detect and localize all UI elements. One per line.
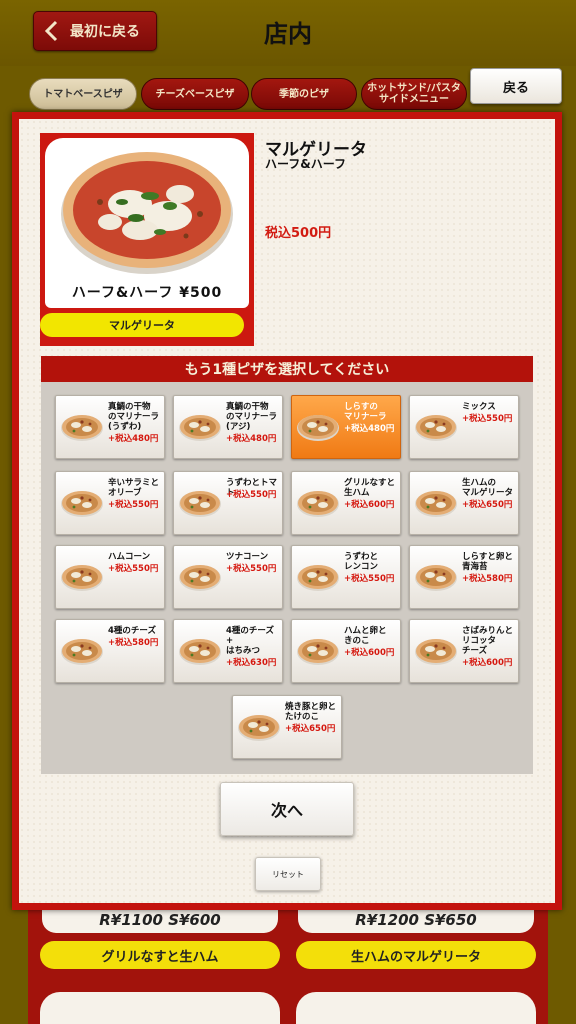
- pizza-option-button[interactable]: 真鯛の干物 のマリナーラ (アジ) +税込480円: [173, 395, 283, 459]
- option-price: +税込550円: [344, 574, 395, 584]
- pizza-option-button[interactable]: 真鯛の干物 のマリナーラ (うずわ) +税込480円: [55, 395, 165, 459]
- pizza-option-button[interactable]: しらすの マリナーラ +税込480円: [291, 395, 401, 459]
- pizza-option-button[interactable]: 生ハムの マルゲリータ +税込650円: [409, 471, 519, 535]
- pizza-image: [61, 152, 233, 274]
- option-price: +税込550円: [462, 414, 513, 424]
- product-price: 税込500円: [265, 226, 332, 241]
- modal-content: ハーフ&ハーフ ¥500 マルゲリータ マルゲリータ ハーフ&ハーフ 税込500…: [19, 119, 555, 903]
- option-name: ミックス: [462, 402, 496, 412]
- tab-seasonal[interactable]: 季節のピザ: [251, 78, 357, 110]
- option-price: +税込600円: [462, 658, 513, 668]
- pizza-thumbnail-icon: [238, 715, 280, 741]
- option-name: しらすと卵と 青海苔: [462, 552, 513, 572]
- option-name: しらすの マリナーラ: [344, 402, 387, 422]
- pizza-thumbnail-icon: [61, 565, 103, 591]
- option-name: ツナコーン: [226, 552, 269, 562]
- option-price: +税込580円: [462, 574, 513, 584]
- pizza-thumbnail-icon: [415, 639, 457, 665]
- next-button[interactable]: 次へ: [220, 782, 354, 836]
- option-price: +税込600円: [344, 500, 395, 510]
- pizza-option-button[interactable]: しらすと卵と 青海苔 +税込580円: [409, 545, 519, 609]
- pizza-thumbnail-icon: [179, 565, 221, 591]
- pizza-thumbnail-icon: [179, 639, 221, 665]
- option-name: ハムと卵と きのこ: [344, 626, 387, 646]
- tab-tomato-base[interactable]: トマトベースピザ: [29, 78, 137, 110]
- pizza-select-modal: ハーフ&ハーフ ¥500 マルゲリータ マルゲリータ ハーフ&ハーフ 税込500…: [12, 112, 562, 910]
- option-price: +税込650円: [285, 724, 336, 734]
- pizza-thumbnail-icon: [415, 415, 457, 441]
- option-name: 辛いサラミと オリーブ: [108, 478, 160, 498]
- pizza-option-button[interactable]: うずわとトマト +税込550円: [173, 471, 283, 535]
- bg-item-name[interactable]: 生ハムのマルゲリータ: [296, 941, 536, 969]
- pizza-option-button[interactable]: ミックス +税込550円: [409, 395, 519, 459]
- option-price: +税込480円: [226, 434, 277, 444]
- tab-label: トマトベースピザ: [43, 88, 123, 100]
- option-name: うずわと レンコン: [344, 552, 379, 572]
- option-name: ハムコーン: [108, 552, 151, 562]
- tab-label: ホットサンド/パスタ サイドメニュー: [367, 83, 461, 105]
- product-card-price: ハーフ&ハーフ ¥500: [71, 285, 223, 301]
- tab-label: チーズベースピザ: [155, 88, 235, 100]
- option-price: +税込550円: [226, 564, 277, 574]
- pizza-thumbnail-icon: [179, 491, 221, 517]
- option-price: +税込580円: [108, 638, 159, 648]
- bg-price-label: R¥1100 S¥600: [42, 907, 278, 933]
- pizza-option-button[interactable]: 辛いサラミと オリーブ +税込550円: [55, 471, 165, 535]
- pizza-thumbnail-icon: [297, 565, 339, 591]
- pizza-option-button[interactable]: 焼き豚と卵と たけのこ +税込650円: [232, 695, 342, 759]
- pizza-thumbnail-icon: [297, 415, 339, 441]
- pizza-thumbnail-icon: [297, 639, 339, 665]
- option-name: グリルなすと 生ハム: [344, 478, 396, 498]
- bg-item-card[interactable]: [40, 992, 280, 1024]
- tab-cheese-base[interactable]: チーズベースピザ: [141, 78, 249, 110]
- bg-item-card[interactable]: [296, 992, 536, 1024]
- pizza-option-button[interactable]: ハムと卵と きのこ +税込600円: [291, 619, 401, 683]
- option-price: +税込630円: [226, 658, 277, 668]
- product-subtitle: ハーフ&ハーフ: [265, 157, 347, 171]
- pizza-option-button[interactable]: さばみりんと リコッタ チーズ +税込600円: [409, 619, 519, 683]
- option-price: +税込550円: [108, 564, 159, 574]
- product-image-card: ハーフ&ハーフ ¥500: [45, 138, 249, 308]
- option-price: +税込550円: [108, 500, 159, 510]
- option-name: さばみりんと リコッタ チーズ: [462, 626, 514, 656]
- product-card: ハーフ&ハーフ ¥500 マルゲリータ: [40, 133, 254, 346]
- option-price: +税込650円: [462, 500, 513, 510]
- option-name: 4種のチーズ + はちみつ: [226, 626, 274, 656]
- reset-button[interactable]: リセット: [255, 857, 321, 891]
- pizza-option-button[interactable]: 4種のチーズ + はちみつ +税込630円: [173, 619, 283, 683]
- pizza-thumbnail-icon: [297, 491, 339, 517]
- pizza-option-button[interactable]: ハムコーン +税込550円: [55, 545, 165, 609]
- pizza-thumbnail-icon: [415, 491, 457, 517]
- option-name: 真鯛の干物 のマリナーラ (アジ): [226, 402, 278, 432]
- option-price: +税込550円: [226, 490, 277, 500]
- pizza-option-button[interactable]: 4種のチーズ +税込580円: [55, 619, 165, 683]
- bg-price-label: R¥1200 S¥650: [298, 907, 534, 933]
- back-button[interactable]: 戻る: [470, 68, 562, 104]
- option-price: +税込600円: [344, 648, 395, 658]
- tab-hotsand-pasta-side[interactable]: ホットサンド/パスタ サイドメニュー: [361, 78, 467, 110]
- pizza-thumbnail-icon: [415, 565, 457, 591]
- pizza-option-button[interactable]: ツナコーン +税込550円: [173, 545, 283, 609]
- option-name: 4種のチーズ: [108, 626, 156, 636]
- option-name: 焼き豚と卵と たけのこ: [285, 702, 337, 722]
- pizza-thumbnail-icon: [61, 491, 103, 517]
- pizza-option-button[interactable]: グリルなすと 生ハム +税込600円: [291, 471, 401, 535]
- product-card-name: マルゲリータ: [40, 313, 244, 337]
- pizza-thumbnail-icon: [61, 639, 103, 665]
- page-title: 店内: [264, 20, 312, 48]
- select-header: もう1種ピザを選択してください: [41, 356, 533, 382]
- pizza-option-button[interactable]: うずわと レンコン +税込550円: [291, 545, 401, 609]
- option-price: +税込480円: [344, 424, 395, 434]
- bg-item-name[interactable]: グリルなすと生ハム: [40, 941, 280, 969]
- option-price: +税込480円: [108, 434, 159, 444]
- option-name: 生ハムの マルゲリータ: [462, 478, 514, 498]
- pizza-thumbnail-icon: [179, 415, 221, 441]
- tab-label: 季節のピザ: [279, 88, 329, 100]
- pizza-thumbnail-icon: [61, 415, 103, 441]
- option-name: 真鯛の干物 のマリナーラ (うずわ): [108, 402, 160, 432]
